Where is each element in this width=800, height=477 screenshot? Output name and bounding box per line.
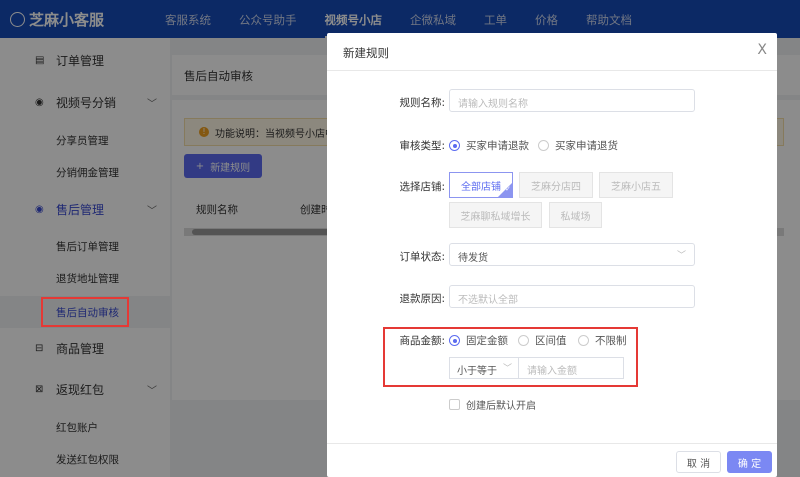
divider (327, 70, 777, 71)
radio-range[interactable]: 区间值 (518, 333, 567, 348)
label: 区间值 (535, 335, 567, 347)
shop-option-all[interactable]: 全部店铺 (449, 172, 513, 198)
label: 不限制 (595, 335, 627, 347)
placeholder: 不选默认全部 (458, 295, 518, 306)
refund-reason-select[interactable]: 不选默认全部 (449, 285, 695, 308)
radio-icon (449, 140, 460, 151)
radio-icon (449, 335, 460, 346)
new-rule-dialog: 新建规则 X 规则名称: 请输入规则名称 审核类型: 买家申请退款 买家申请退货… (327, 33, 777, 477)
shop-option[interactable]: 芝麻分店四 (519, 172, 593, 198)
radio-unlimited[interactable]: 不限制 (578, 333, 627, 348)
check-icon (498, 183, 512, 197)
placeholder: 请输入金额 (527, 366, 577, 377)
label: 芝麻分店四 (531, 181, 581, 193)
rule-name-input[interactable]: 请输入规则名称 (449, 89, 695, 112)
label: 买家申请退款 (466, 140, 529, 152)
chevron-down-icon: ﹀ (502, 364, 512, 374)
rule-name-label: 规则名称: (399, 97, 445, 109)
value: 待发货 (458, 253, 488, 264)
shop-option[interactable]: 私域场 (549, 202, 602, 228)
checkbox-icon (449, 399, 460, 410)
radio-fixed-amount[interactable]: 固定金额 (449, 333, 508, 348)
cancel-button[interactable]: 取 消 (676, 451, 721, 473)
radio-icon (578, 335, 589, 346)
divider (327, 443, 777, 444)
amount-label: 商品金额: (399, 335, 445, 347)
value: 小于等于 (457, 366, 497, 377)
shop-option[interactable]: 芝麻聊私域增长 (449, 202, 542, 228)
shop-option[interactable]: 芝麻小店五 (599, 172, 673, 198)
chevron-down-icon: ﹀ (676, 251, 686, 261)
highlight-box (41, 297, 129, 327)
amount-input[interactable]: 请输入金额 (519, 357, 624, 379)
dialog-title: 新建规则 (343, 46, 389, 60)
label: 芝麻小店五 (611, 181, 661, 193)
label: 全部店铺 (461, 181, 501, 193)
enable-default-checkbox[interactable]: 创建后默认开启 (449, 397, 536, 412)
comparator-select[interactable]: 小于等于 ﹀ (449, 357, 519, 379)
radio-icon (518, 335, 529, 346)
label: 创建后默认开启 (466, 401, 536, 412)
review-type-label: 审核类型: (399, 140, 445, 152)
label: 固定金额 (466, 335, 508, 347)
radio-refund[interactable]: 买家申请退款 (449, 138, 529, 153)
order-status-label: 订单状态: (399, 251, 445, 263)
refund-reason-label: 退款原因: (399, 293, 445, 305)
placeholder: 请输入规则名称 (458, 99, 528, 110)
confirm-button[interactable]: 确 定 (727, 451, 772, 473)
order-status-select[interactable]: 待发货 ﹀ (449, 243, 695, 266)
shop-label: 选择店铺: (399, 181, 445, 193)
radio-icon (538, 140, 549, 151)
label: 芝麻聊私域增长 (460, 211, 531, 223)
label: 私域场 (560, 211, 591, 223)
label: 买家申请退货 (555, 140, 618, 152)
radio-return[interactable]: 买家申请退货 (538, 138, 618, 153)
close-icon[interactable]: X (757, 42, 767, 58)
